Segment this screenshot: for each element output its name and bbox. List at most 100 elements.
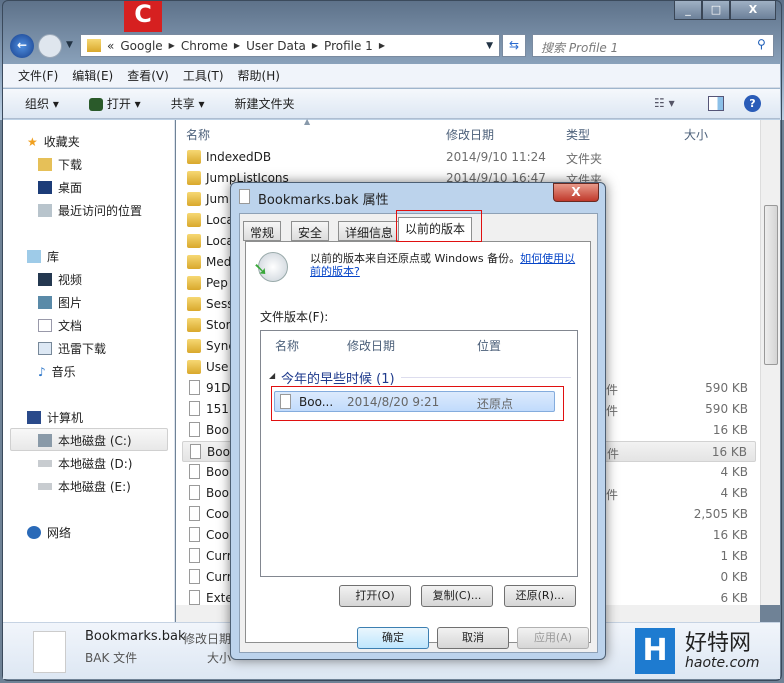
open-button[interactable]: 打开 ▾ [88, 95, 141, 112]
file-name: Coo [206, 507, 230, 521]
nav-pictures[interactable]: 图片 [38, 294, 82, 311]
vertical-scrollbar[interactable] [760, 120, 780, 605]
dialog-title: Bookmarks.bak 属性 [258, 193, 389, 208]
file-row[interactable]: IndexedDB 2014/9/10 11:24 文件夹 [182, 147, 756, 168]
folder-icon [187, 276, 201, 290]
address-bar[interactable]: « Google ▶ Chrome ▶ User Data ▶ Profile 1 ▶ … [80, 34, 500, 57]
refresh-button[interactable]: ⇆ [502, 34, 526, 57]
file-type: 件 [606, 488, 619, 502]
nav-libraries[interactable]: 库 [27, 248, 59, 265]
menu-tools[interactable]: 工具(T) [183, 67, 224, 84]
video-icon [38, 273, 52, 286]
breadcrumb-user-data[interactable]: User Data [246, 39, 306, 53]
scroll-thumb[interactable] [764, 205, 778, 365]
column-type[interactable]: 类型 [566, 126, 590, 143]
versions-column-name[interactable]: 名称 [275, 337, 299, 354]
folder-icon [87, 39, 101, 52]
versions-list: 名称 修改日期 位置 ◢ 今年的早些时候 (1) Boo... 2014/8/2… [260, 330, 578, 577]
library-icon [27, 250, 41, 263]
details-size-label: 大小 [207, 651, 232, 665]
copy-version-button[interactable]: 复制(C)... [421, 585, 493, 607]
cancel-button[interactable]: 取消 [437, 627, 509, 649]
folder-icon [187, 318, 201, 332]
preview-pane-icon[interactable] [708, 96, 724, 111]
file-name: Med [206, 255, 232, 269]
drive-icon [38, 483, 52, 490]
chevron-right-icon[interactable]: ▶ [234, 41, 240, 50]
ok-button[interactable]: 确定 [357, 627, 429, 649]
breadcrumb-profile-1[interactable]: Profile 1 [324, 39, 373, 53]
file-icon [189, 464, 200, 479]
file-size: 16 KB [711, 445, 747, 459]
nav-music[interactable]: ♪ 音乐 [38, 363, 76, 380]
address-dropdown-icon[interactable]: ▼ [486, 41, 499, 51]
file-date: 2014/9/10 11:24 [446, 150, 546, 164]
nav-downloads[interactable]: 下载 [38, 156, 82, 173]
history-dropdown-icon[interactable]: ▼ [66, 40, 73, 50]
breadcrumb-google[interactable]: Google [120, 39, 162, 53]
nav-documents[interactable]: 文档 [38, 317, 82, 334]
menu-bar: 文件(F) 编辑(E) 查看(V) 工具(T) 帮助(H) [3, 64, 780, 88]
nav-label: 本地磁盘 (E:) [58, 480, 131, 494]
nav-drive-e[interactable]: 本地磁盘 (E:) [38, 478, 131, 495]
file-type: 件 [606, 404, 619, 418]
search-input[interactable]: 搜索 Profile 1 [532, 34, 774, 57]
file-name: Exte [206, 591, 233, 605]
apply-button[interactable]: 应用(A) [517, 627, 589, 649]
nav-computer[interactable]: 计算机 [27, 409, 83, 426]
view-options-icon[interactable]: ☷ ▾ [654, 96, 675, 110]
nav-drive-c[interactable]: 本地磁盘 (C:) [38, 432, 132, 449]
search-icon[interactable]: ⚲ [757, 37, 766, 51]
watermark-logo-icon: H [635, 628, 675, 674]
breadcrumb-chrome[interactable]: Chrome [181, 39, 228, 53]
chevron-right-icon[interactable]: ▶ [312, 41, 318, 50]
file-type: 件 [607, 447, 620, 461]
breadcrumb-overflow[interactable]: « [107, 39, 114, 53]
file-size: 2,505 KB [693, 507, 748, 521]
nav-thunder[interactable]: 迅雷下载 [38, 340, 106, 357]
file-versions-label: 文件版本(F): [260, 310, 329, 324]
versions-column-date[interactable]: 修改日期 [347, 337, 395, 354]
collapse-icon[interactable]: ◢ [269, 371, 275, 380]
maximize-button[interactable]: □ [702, 0, 730, 20]
column-size[interactable]: 大小 [684, 126, 708, 143]
nav-network[interactable]: 网络 [27, 524, 71, 541]
nav-recent[interactable]: 最近访问的位置 [38, 202, 142, 219]
versions-column-location[interactable]: 位置 [477, 337, 501, 354]
help-icon[interactable]: ? [744, 95, 761, 112]
forward-button[interactable] [38, 34, 62, 58]
file-size: 6 KB [720, 591, 748, 605]
organize-button[interactable]: 组织 ▾ [25, 95, 59, 112]
menu-help[interactable]: 帮助(H) [238, 67, 280, 84]
tab-security[interactable]: 安全 [291, 221, 330, 241]
column-name[interactable]: 名称 [186, 126, 210, 143]
nav-label: 计算机 [47, 411, 84, 425]
menu-view[interactable]: 查看(V) [127, 67, 169, 84]
properties-dialog: Bookmarks.bak 属性 X 常规 安全 详细信息 以前的版本 ➘ 以前… [230, 182, 606, 660]
recent-places-icon [38, 204, 52, 217]
minimize-button[interactable]: _ [674, 0, 702, 20]
nav-desktop[interactable]: 桌面 [38, 179, 82, 196]
menu-file[interactable]: 文件(F) [18, 67, 58, 84]
nav-drive-d[interactable]: 本地磁盘 (D:) [38, 455, 132, 472]
file-name: Coo [206, 528, 230, 542]
dialog-close-button[interactable]: X [553, 183, 599, 202]
nav-favorites[interactable]: ★ 收藏夹 [27, 133, 80, 150]
share-button[interactable]: 共享 ▾ [171, 95, 205, 112]
details-type: BAK 文件 [85, 651, 138, 665]
menu-edit[interactable]: 编辑(E) [72, 67, 113, 84]
group-header[interactable]: 今年的早些时候 (1) [281, 368, 395, 387]
tab-general[interactable]: 常规 [243, 221, 282, 241]
file-icon [189, 590, 200, 605]
column-date[interactable]: 修改日期 [446, 126, 494, 143]
restore-version-button[interactable]: 还原(R)... [504, 585, 576, 607]
chevron-right-icon[interactable]: ▶ [379, 41, 385, 50]
close-button[interactable]: X [730, 0, 776, 20]
drive-icon [38, 460, 52, 467]
back-button[interactable]: ← [10, 34, 34, 58]
nav-videos[interactable]: 视频 [38, 271, 82, 288]
open-version-button[interactable]: 打开(O) [339, 585, 411, 607]
tab-details[interactable]: 详细信息 [338, 221, 401, 241]
chevron-right-icon[interactable]: ▶ [169, 41, 175, 50]
new-folder-button[interactable]: 新建文件夹 [235, 95, 295, 112]
